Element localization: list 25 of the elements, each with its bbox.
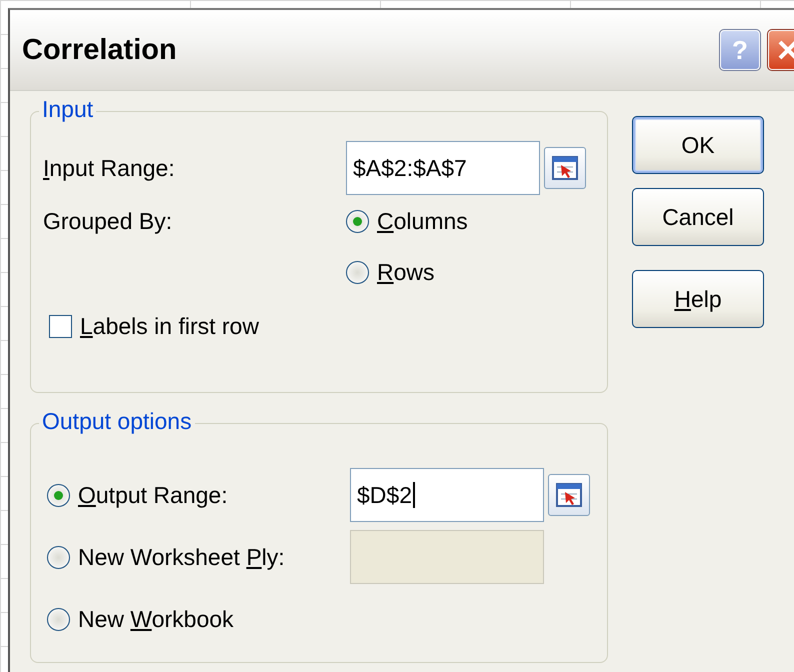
radio-label[interactable]: New Workbook (78, 606, 234, 632)
dialog-button[interactable]: Cancel (632, 188, 764, 246)
collapse-dialog-button[interactable] (548, 474, 590, 516)
range-picker-icon (552, 156, 578, 180)
checkbox-label[interactable]: Labels in first row (80, 312, 259, 340)
radio-label[interactable]: Output Range: (78, 482, 228, 508)
field-label: Grouped By: (43, 208, 174, 234)
dialog-button[interactable]: Help (632, 270, 764, 328)
close-icon (776, 38, 794, 62)
range-field[interactable]: $D$2 (350, 468, 544, 522)
radio-button[interactable] (346, 260, 369, 284)
range-field[interactable]: $A$2:$A$7 (346, 141, 540, 195)
radio-button[interactable] (47, 484, 70, 506)
radio-button[interactable] (47, 608, 70, 630)
radio-label[interactable]: Columns (377, 208, 468, 234)
radio-label[interactable]: Rows (377, 258, 435, 286)
collapse-dialog-button[interactable] (544, 147, 586, 189)
range-picker-icon (556, 483, 582, 507)
radio-button[interactable] (346, 210, 369, 232)
radio-button[interactable] (47, 546, 70, 568)
field-label: Input Range: (43, 154, 176, 182)
dialog-button[interactable]: OK (632, 116, 764, 174)
radio-label[interactable]: New Worksheet Ply: (78, 544, 285, 570)
checkbox[interactable] (49, 314, 72, 338)
window-title: Correlation (22, 34, 178, 66)
